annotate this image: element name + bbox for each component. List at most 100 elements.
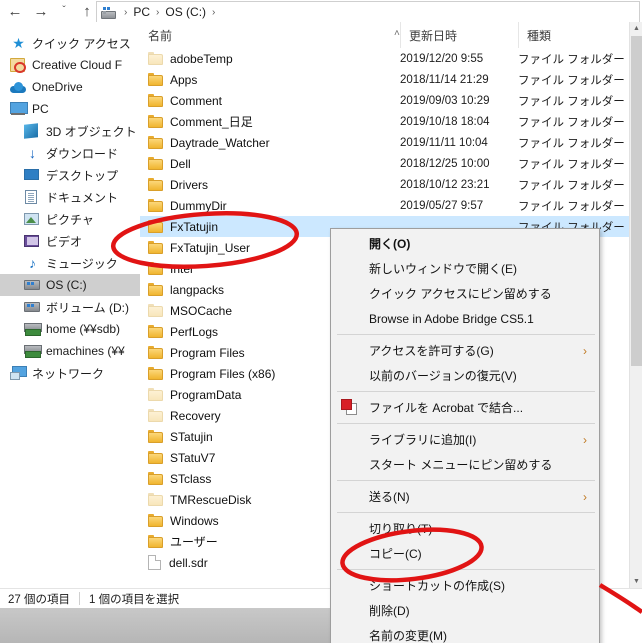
menu-item-6[interactable]: 以前のバージョンの復元(V) (331, 363, 599, 388)
table-row[interactable]: Comment 2019/09/03 10:29 ファイル フォルダー (140, 90, 642, 111)
sidebar-item-2[interactable]: OneDrive (0, 76, 140, 98)
file-name-cell[interactable]: FxTatujin (148, 220, 218, 234)
back-icon[interactable]: ← (2, 0, 28, 22)
file-name-label: DummyDir (170, 198, 227, 213)
breadcrumb-pc[interactable]: PC (132, 5, 151, 19)
sidebar-item-5[interactable]: ↓ ダウンロード (0, 142, 140, 164)
folder-icon (148, 262, 163, 275)
menu-item-8[interactable]: ファイルを Acrobat で結合... (331, 395, 599, 420)
sidebar-item-14[interactable]: emachines (¥¥ (0, 340, 140, 362)
file-name-cell[interactable]: DummyDir (148, 199, 227, 213)
file-name-cell[interactable]: STatuV7 (148, 451, 215, 465)
table-row[interactable]: DummyDir 2019/05/27 9:57 ファイル フォルダー (140, 195, 642, 216)
acrobat-icon (341, 399, 359, 416)
sidebar-item-7[interactable]: ドキュメント (0, 186, 140, 208)
column-header-name[interactable]: 名前 (140, 22, 400, 48)
menu-item-0[interactable]: 開く(O) (331, 231, 599, 256)
folder-icon (148, 241, 163, 254)
file-name-cell[interactable]: Dell (148, 157, 191, 171)
sidebar-item-10[interactable]: ♪ ミュージック (0, 252, 140, 274)
column-header-type[interactable]: 種類 (518, 22, 642, 48)
file-name-cell[interactable]: adobeTemp (148, 52, 233, 66)
address-bar[interactable]: › PC › OS (C:) › (96, 1, 640, 22)
table-row[interactable]: Daytrade_Watcher 2019/11/11 10:04 ファイル フォル… (140, 132, 642, 153)
table-row[interactable]: Comment_日足 2019/10/18 18:04 ファイル フォルダー (140, 111, 642, 132)
sidebar-item-3[interactable]: PC (0, 98, 140, 120)
sidebar-item-9[interactable]: ビデオ (0, 230, 140, 252)
table-row[interactable]: Drivers 2018/10/12 23:21 ファイル フォルダー (140, 174, 642, 195)
sidebar-item-8[interactable]: ピクチャ (0, 208, 140, 230)
breadcrumb-os-c[interactable]: OS (C:) (164, 5, 207, 19)
sidebar-item-label: クイック アクセス (32, 36, 131, 51)
folder-icon (148, 94, 163, 107)
file-name-cell[interactable]: Program Files (x86) (148, 367, 275, 381)
breadcrumb-separator: › (124, 6, 128, 18)
table-row[interactable]: adobeTemp 2019/12/20 9:55 ファイル フォルダー (140, 48, 642, 69)
file-name-cell[interactable]: Apps (148, 73, 197, 87)
forward-icon[interactable]: → (28, 0, 54, 22)
menu-item-2[interactable]: クイック アクセスにピン留めする (331, 281, 599, 306)
menu-item-16[interactable]: コピー(C) (331, 541, 599, 566)
folder-icon (148, 514, 163, 527)
file-name-cell[interactable]: MSOCache (148, 304, 232, 318)
sidebar-item-6[interactable]: デスクトップ (0, 164, 140, 186)
file-name-label: Apps (170, 72, 198, 87)
menu-separator (337, 334, 595, 335)
file-name-cell[interactable]: STclass (148, 472, 211, 486)
breadcrumb-separator-3[interactable]: › (207, 7, 220, 18)
menu-item-1[interactable]: 新しいウィンドウで開く(E) (331, 256, 599, 281)
file-name-cell[interactable]: Comment_日足 (148, 113, 253, 130)
menu-item-3[interactable]: Browse in Adobe Bridge CS5.1 (331, 306, 599, 331)
menu-item-19[interactable]: 削除(D) (331, 598, 599, 623)
scroll-up-icon[interactable]: ▲ (630, 22, 642, 35)
file-name-cell[interactable]: Program Files (148, 346, 245, 360)
file-name-cell[interactable]: Drivers (148, 178, 208, 192)
file-name-label: PerfLogs (170, 324, 219, 339)
file-name-cell[interactable]: Daytrade_Watcher (148, 136, 270, 150)
table-row[interactable]: Dell 2018/12/25 10:00 ファイル フォルダー (140, 153, 642, 174)
sidebar-item-1[interactable]: Creative Cloud F (0, 54, 140, 76)
sidebar-item-15[interactable]: ネットワーク (0, 362, 140, 384)
folder-icon (148, 451, 163, 464)
column-header-date[interactable]: 更新日時 (400, 22, 518, 48)
menu-item-10[interactable]: ライブラリに追加(I) › (331, 427, 599, 452)
file-name-cell[interactable]: Windows (148, 514, 219, 528)
folder-icon (148, 430, 163, 443)
menu-item-18[interactable]: ショートカットの作成(S) (331, 573, 599, 598)
menu-item-20[interactable]: 名前の変更(M) (331, 623, 599, 643)
file-date-cell: 2018/11/14 21:29 (400, 73, 489, 86)
file-name-cell[interactable]: dell.sdr (148, 555, 208, 570)
table-row[interactable]: Apps 2018/11/14 21:29 ファイル フォルダー (140, 69, 642, 90)
file-name-cell[interactable]: TMRescueDisk (148, 493, 251, 507)
file-name-cell[interactable]: PerfLogs (148, 325, 218, 339)
sidebar-item-11[interactable]: OS (C:) (0, 274, 140, 296)
navigation-bar: ← → ˇ ↑ › PC › OS (C:) › (0, 0, 642, 22)
menu-item-label: ライブラリに追加(I) (369, 433, 477, 447)
file-name-label: STatujin (170, 429, 213, 444)
file-name-cell[interactable]: Comment (148, 94, 222, 108)
documents-icon (24, 189, 41, 205)
sidebar-item-12[interactable]: ボリューム (D:) (0, 296, 140, 318)
menu-item-5[interactable]: アクセスを許可する(G) › (331, 338, 599, 363)
file-name-cell[interactable]: FxTatujin_User (148, 241, 250, 255)
file-name-cell[interactable]: STatujin (148, 430, 213, 444)
sidebar-item-0[interactable]: ★ クイック アクセス (0, 32, 140, 54)
menu-item-13[interactable]: 送る(N) › (331, 484, 599, 509)
file-name-label: FxTatujin_User (170, 240, 251, 255)
file-name-cell[interactable]: Intel (148, 262, 193, 276)
background-window-edge (598, 608, 642, 643)
file-name-cell[interactable]: Recovery (148, 409, 221, 423)
scroll-down-icon[interactable]: ▼ (630, 575, 642, 588)
menu-item-11[interactable]: スタート メニューにピン留めする (331, 452, 599, 477)
file-name-label: Comment_日足 (170, 115, 253, 129)
scrollbar-thumb[interactable] (631, 36, 642, 366)
file-name-cell[interactable]: ProgramData (148, 388, 241, 402)
menu-item-15[interactable]: 切り取り(T) (331, 516, 599, 541)
sidebar-item-4[interactable]: 3D オブジェクト (0, 120, 140, 142)
file-name-cell[interactable]: ユーザー (148, 533, 218, 550)
vertical-scrollbar[interactable]: ▲ ▼ (629, 22, 642, 588)
sidebar-item-13[interactable]: home (¥¥sdb) (0, 318, 140, 340)
file-name-cell[interactable]: langpacks (148, 283, 224, 297)
file-type-cell: ファイル フォルダー (518, 158, 625, 171)
recent-locations-chevron-down-icon[interactable]: ˇ (54, 0, 74, 22)
